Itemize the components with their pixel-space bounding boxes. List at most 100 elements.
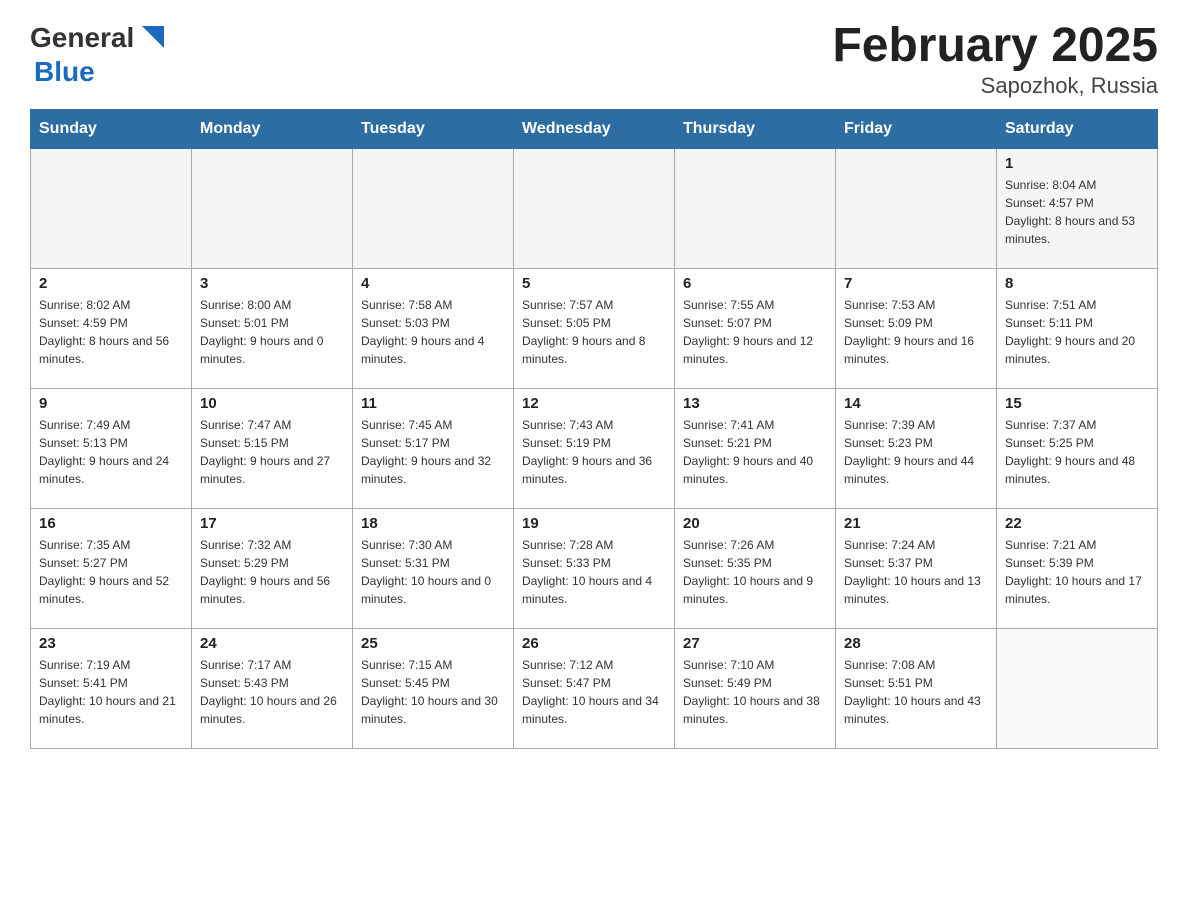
calendar-cell: 11 Sunrise: 7:45 AMSunset: 5:17 PMDayligh… (353, 388, 514, 508)
day-info: Sunrise: 7:51 AMSunset: 5:11 PMDaylight:… (1005, 296, 1149, 368)
calendar-cell: 21 Sunrise: 7:24 AMSunset: 5:37 PMDayligh… (836, 508, 997, 628)
calendar-cell: 2 Sunrise: 8:02 AMSunset: 4:59 PMDaylight… (31, 268, 192, 388)
weekday-header-monday: Monday (192, 109, 353, 148)
day-info: Sunrise: 7:12 AMSunset: 5:47 PMDaylight:… (522, 656, 666, 728)
location-text: Sapozhok, Russia (832, 73, 1158, 99)
calendar-cell: 17 Sunrise: 7:32 AMSunset: 5:29 PMDayligh… (192, 508, 353, 628)
day-info: Sunrise: 7:37 AMSunset: 5:25 PMDaylight:… (1005, 416, 1149, 488)
day-number: 13 (683, 395, 827, 412)
day-number: 4 (361, 275, 505, 292)
day-info: Sunrise: 7:30 AMSunset: 5:31 PMDaylight:… (361, 536, 505, 608)
calendar-week-3: 9 Sunrise: 7:49 AMSunset: 5:13 PMDaylight… (31, 388, 1158, 508)
weekday-header-row: SundayMondayTuesdayWednesdayThursdayFrid… (31, 109, 1158, 148)
day-number: 10 (200, 395, 344, 412)
calendar-cell: 8 Sunrise: 7:51 AMSunset: 5:11 PMDaylight… (997, 268, 1158, 388)
page-header: General Blue February 2025 Sapozhok, Rus… (30, 20, 1158, 99)
day-number: 7 (844, 275, 988, 292)
day-number: 26 (522, 635, 666, 652)
weekday-header-sunday: Sunday (31, 109, 192, 148)
calendar-cell: 4 Sunrise: 7:58 AMSunset: 5:03 PMDaylight… (353, 268, 514, 388)
day-info: Sunrise: 8:04 AMSunset: 4:57 PMDaylight:… (1005, 176, 1149, 248)
day-number: 9 (39, 395, 183, 412)
day-number: 23 (39, 635, 183, 652)
month-title: February 2025 (832, 20, 1158, 73)
day-info: Sunrise: 7:17 AMSunset: 5:43 PMDaylight:… (200, 656, 344, 728)
calendar-cell: 23 Sunrise: 7:19 AMSunset: 5:41 PMDayligh… (31, 628, 192, 748)
day-info: Sunrise: 7:28 AMSunset: 5:33 PMDaylight:… (522, 536, 666, 608)
calendar-cell: 25 Sunrise: 7:15 AMSunset: 5:45 PMDayligh… (353, 628, 514, 748)
calendar-cell (31, 148, 192, 268)
calendar-cell: 14 Sunrise: 7:39 AMSunset: 5:23 PMDayligh… (836, 388, 997, 508)
logo-general-text: General (30, 22, 134, 54)
day-info: Sunrise: 8:02 AMSunset: 4:59 PMDaylight:… (39, 296, 183, 368)
calendar-week-1: 1 Sunrise: 8:04 AMSunset: 4:57 PMDaylight… (31, 148, 1158, 268)
calendar-cell: 26 Sunrise: 7:12 AMSunset: 5:47 PMDayligh… (514, 628, 675, 748)
day-info: Sunrise: 7:32 AMSunset: 5:29 PMDaylight:… (200, 536, 344, 608)
day-number: 18 (361, 515, 505, 532)
calendar-cell: 19 Sunrise: 7:28 AMSunset: 5:33 PMDayligh… (514, 508, 675, 628)
calendar-cell: 6 Sunrise: 7:55 AMSunset: 5:07 PMDaylight… (675, 268, 836, 388)
day-number: 14 (844, 395, 988, 412)
day-number: 2 (39, 275, 183, 292)
title-section: February 2025 Sapozhok, Russia (832, 20, 1158, 99)
day-info: Sunrise: 7:39 AMSunset: 5:23 PMDaylight:… (844, 416, 988, 488)
day-info: Sunrise: 7:53 AMSunset: 5:09 PMDaylight:… (844, 296, 988, 368)
day-number: 17 (200, 515, 344, 532)
calendar-cell (675, 148, 836, 268)
calendar-cell: 28Sunrise: 7:08 AMSunset: 5:51 PMDayligh… (836, 628, 997, 748)
logo-triangle-icon (134, 20, 170, 56)
day-info: Sunrise: 7:19 AMSunset: 5:41 PMDaylight:… (39, 656, 183, 728)
day-number: 20 (683, 515, 827, 532)
calendar-cell: 16 Sunrise: 7:35 AMSunset: 5:27 PMDayligh… (31, 508, 192, 628)
day-number: 11 (361, 395, 505, 412)
calendar-cell: 13 Sunrise: 7:41 AMSunset: 5:21 PMDayligh… (675, 388, 836, 508)
day-number: 19 (522, 515, 666, 532)
day-info: Sunrise: 7:08 AMSunset: 5:51 PMDaylight:… (844, 656, 988, 728)
calendar-cell: 18 Sunrise: 7:30 AMSunset: 5:31 PMDayligh… (353, 508, 514, 628)
day-info: Sunrise: 7:15 AMSunset: 5:45 PMDaylight:… (361, 656, 505, 728)
calendar-table: SundayMondayTuesdayWednesdayThursdayFrid… (30, 109, 1158, 749)
day-number: 5 (522, 275, 666, 292)
day-info: Sunrise: 7:26 AMSunset: 5:35 PMDaylight:… (683, 536, 827, 608)
day-info: Sunrise: 7:49 AMSunset: 5:13 PMDaylight:… (39, 416, 183, 488)
day-info: Sunrise: 7:45 AMSunset: 5:17 PMDaylight:… (361, 416, 505, 488)
calendar-week-4: 16 Sunrise: 7:35 AMSunset: 5:27 PMDayligh… (31, 508, 1158, 628)
day-info: Sunrise: 7:58 AMSunset: 5:03 PMDaylight:… (361, 296, 505, 368)
day-info: Sunrise: 7:24 AMSunset: 5:37 PMDaylight:… (844, 536, 988, 608)
calendar-cell: 3Sunrise: 8:00 AMSunset: 5:01 PMDaylight… (192, 268, 353, 388)
day-number: 27 (683, 635, 827, 652)
calendar-cell: 20 Sunrise: 7:26 AMSunset: 5:35 PMDayligh… (675, 508, 836, 628)
day-number: 8 (1005, 275, 1149, 292)
day-info: Sunrise: 7:35 AMSunset: 5:27 PMDaylight:… (39, 536, 183, 608)
day-number: 6 (683, 275, 827, 292)
day-number: 15 (1005, 395, 1149, 412)
calendar-cell (192, 148, 353, 268)
day-number: 1 (1005, 155, 1149, 172)
day-number: 21 (844, 515, 988, 532)
day-number: 16 (39, 515, 183, 532)
day-number: 25 (361, 635, 505, 652)
day-number: 24 (200, 635, 344, 652)
day-info: Sunrise: 7:41 AMSunset: 5:21 PMDaylight:… (683, 416, 827, 488)
calendar-cell: 15 Sunrise: 7:37 AMSunset: 5:25 PMDayligh… (997, 388, 1158, 508)
weekday-header-thursday: Thursday (675, 109, 836, 148)
day-number: 22 (1005, 515, 1149, 532)
day-info: Sunrise: 7:55 AMSunset: 5:07 PMDaylight:… (683, 296, 827, 368)
calendar-week-5: 23 Sunrise: 7:19 AMSunset: 5:41 PMDayligh… (31, 628, 1158, 748)
calendar-week-2: 2 Sunrise: 8:02 AMSunset: 4:59 PMDaylight… (31, 268, 1158, 388)
day-info: Sunrise: 7:43 AMSunset: 5:19 PMDaylight:… (522, 416, 666, 488)
day-info: Sunrise: 7:21 AMSunset: 5:39 PMDaylight:… (1005, 536, 1149, 608)
calendar-cell: 10 Sunrise: 7:47 AMSunset: 5:15 PMDayligh… (192, 388, 353, 508)
calendar-cell: 24 Sunrise: 7:17 AMSunset: 5:43 PMDayligh… (192, 628, 353, 748)
calendar-cell (353, 148, 514, 268)
calendar-cell: 7 Sunrise: 7:53 AMSunset: 5:09 PMDaylight… (836, 268, 997, 388)
day-info: Sunrise: 7:47 AMSunset: 5:15 PMDaylight:… (200, 416, 344, 488)
day-info: Sunrise: 7:10 AMSunset: 5:49 PMDaylight:… (683, 656, 827, 728)
calendar-cell (514, 148, 675, 268)
calendar-cell: 22 Sunrise: 7:21 AMSunset: 5:39 PMDayligh… (997, 508, 1158, 628)
day-number: 12 (522, 395, 666, 412)
calendar-cell: 27 Sunrise: 7:10 AMSunset: 5:49 PMDayligh… (675, 628, 836, 748)
weekday-header-friday: Friday (836, 109, 997, 148)
day-info: Sunrise: 8:00 AMSunset: 5:01 PMDaylight:… (200, 296, 344, 368)
weekday-header-tuesday: Tuesday (353, 109, 514, 148)
